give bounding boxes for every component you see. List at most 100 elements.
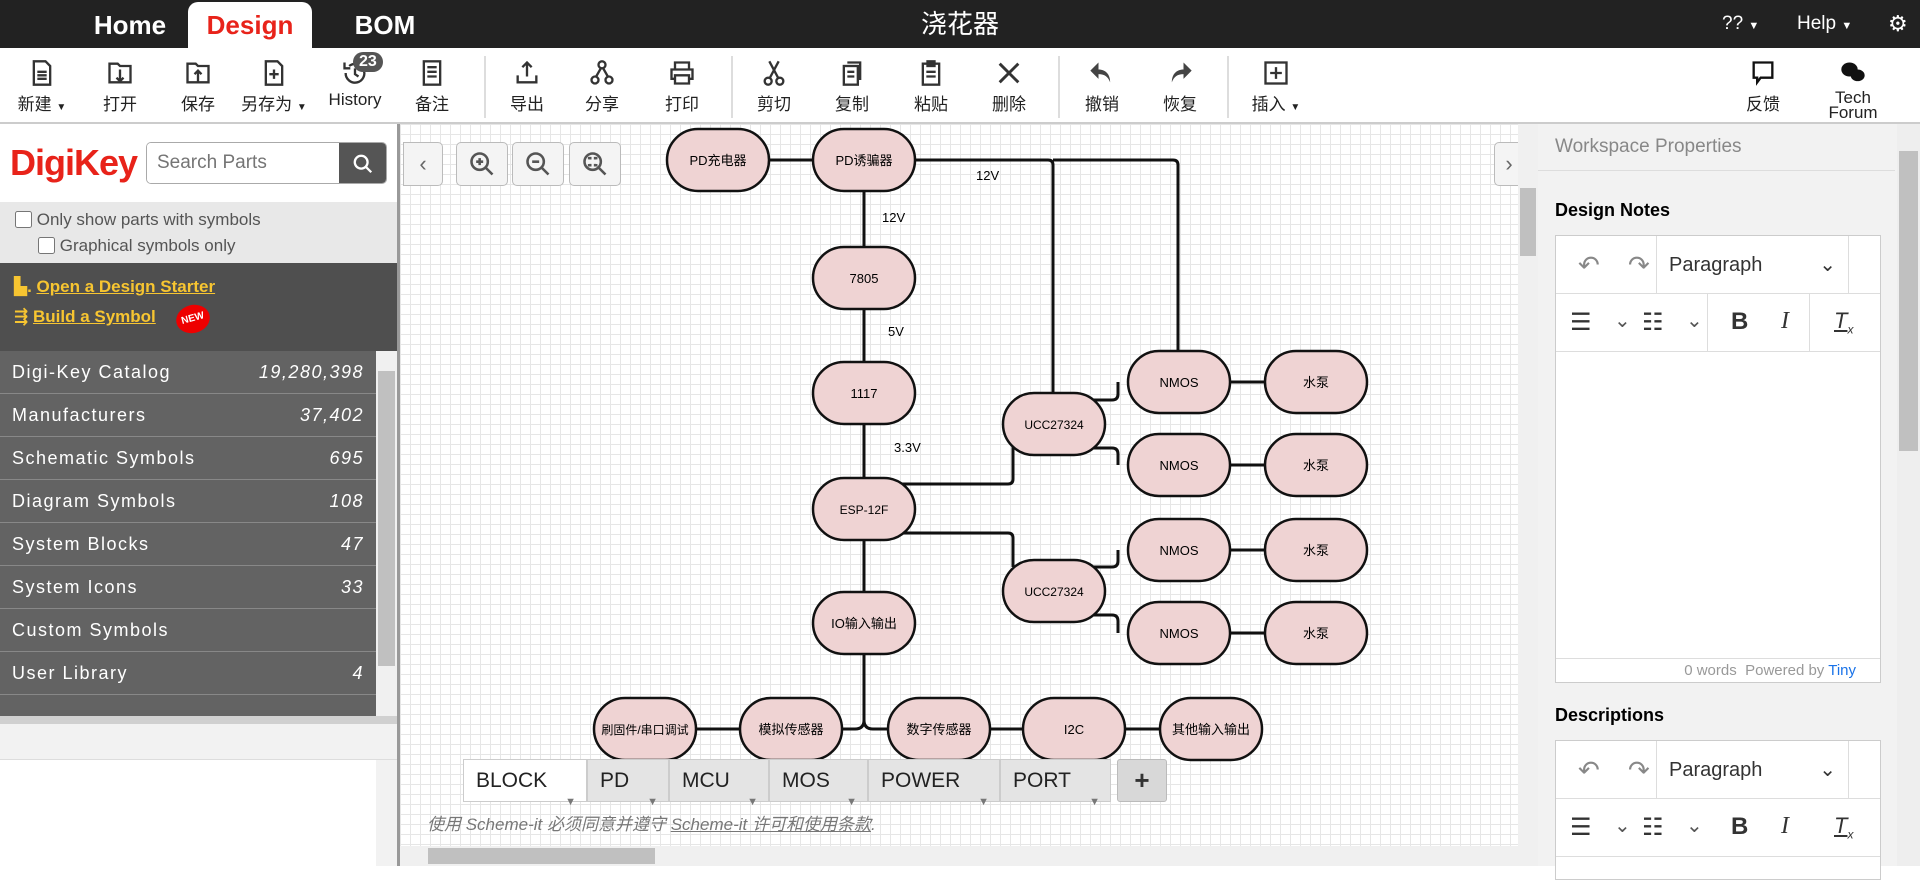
history-button[interactable]: 23 History <box>315 52 395 110</box>
workspace-properties-panel: Workspace Properties Design Notes ↶ ↷ Pa… <box>1538 124 1920 880</box>
tech-forum-button[interactable]: Tech Forum <box>1818 56 1888 122</box>
toolbar: 新建 ▼ 打开 保存 另存为 ▼ 23 History 备注 导出 分享 打印 剪… <box>0 48 1920 124</box>
catalog-item[interactable]: Custom Symbols <box>0 609 376 652</box>
chevron-down-icon[interactable]: ⌄ <box>1686 813 1703 838</box>
block-node-label: 刷固件/串口调试 <box>601 722 688 737</box>
block-node-label: 模拟传感器 <box>758 722 823 737</box>
sheet-tab[interactable]: MCU ▼ <box>669 759 769 808</box>
checkbox[interactable] <box>38 237 55 254</box>
catalog-scrollbar[interactable] <box>376 351 397 716</box>
catalog-item[interactable]: Schematic Symbols 695 <box>0 437 376 480</box>
clear-format-icon[interactable]: Tx <box>1834 308 1853 336</box>
wire[interactable] <box>1094 550 1120 569</box>
panel-splitter[interactable] <box>0 716 397 724</box>
design-notes-textarea[interactable] <box>1556 352 1880 658</box>
zoom-out-button[interactable] <box>512 142 564 186</box>
collapse-left-button[interactable]: ‹ <box>403 142 443 186</box>
export-button[interactable]: 导出 <box>492 56 562 115</box>
clear-format-icon[interactable]: Tx <box>1834 813 1853 841</box>
zoom-in-button[interactable] <box>456 142 508 186</box>
delete-button[interactable]: 删除 <box>974 56 1044 115</box>
wire[interactable] <box>1094 382 1120 402</box>
checkbox[interactable] <box>15 211 32 228</box>
block-node-label: 其他输入输出 <box>1172 722 1250 737</box>
undo-icon[interactable]: ↶ <box>1578 755 1600 786</box>
block-diagram[interactable]: 12V 12V 5V 3.3V PD充电器 PD诱骗器 7805 1117 ESP-12F IO输… <box>400 124 1518 846</box>
sheet-tab[interactable]: PORT ▼ <box>1000 759 1111 808</box>
catalog-item-count: 19,280,398 <box>258 362 364 382</box>
chevron-down-icon[interactable]: ⌄ <box>1686 308 1703 333</box>
language-menu[interactable]: ?? ▼ <box>1722 0 1759 50</box>
notes-button[interactable]: 备注 <box>397 56 467 115</box>
search-button[interactable] <box>339 143 386 183</box>
open-button[interactable]: 打开 <box>85 56 155 115</box>
wire-label: 12V <box>976 168 999 183</box>
panel-scrollbar[interactable] <box>1897 124 1920 866</box>
save-button[interactable]: 保存 <box>163 56 233 115</box>
paragraph-select[interactable]: Paragraph ⌄ <box>1656 741 1849 799</box>
wire[interactable] <box>838 654 866 731</box>
only-symbols-checkbox[interactable]: Only show parts with symbols <box>15 210 261 230</box>
undo-icon[interactable]: ↶ <box>1578 250 1600 281</box>
bold-icon[interactable]: B <box>1731 813 1748 841</box>
bullet-list-icon[interactable]: ☰ <box>1570 308 1592 337</box>
lower-scrollbar[interactable] <box>376 760 397 866</box>
paste-button[interactable]: 粘贴 <box>896 56 966 115</box>
search-input[interactable] <box>147 143 337 183</box>
catalog-item[interactable]: System Icons 33 <box>0 566 376 609</box>
italic-icon[interactable]: I <box>1781 813 1789 840</box>
canvas-horizontal-scrollbar[interactable] <box>400 846 1538 866</box>
wire[interactable] <box>915 158 1055 393</box>
catalog-item[interactable]: Diagram Symbols 108 <box>0 480 376 523</box>
tiny-link[interactable]: Tiny <box>1828 662 1856 679</box>
add-sheet-button[interactable]: + <box>1117 759 1167 802</box>
block-node-label: NMOS <box>1160 543 1199 558</box>
copy-button[interactable]: 复制 <box>817 56 887 115</box>
chevron-down-icon[interactable]: ⌄ <box>1614 308 1631 333</box>
wire[interactable] <box>1053 158 1180 351</box>
redo-label: 恢复 <box>1163 95 1197 114</box>
caret-down-icon[interactable]: ▼ <box>978 782 989 823</box>
wire[interactable] <box>1094 613 1120 633</box>
build-symbol-link[interactable]: ⇶ Build a Symbol <box>14 307 156 327</box>
design-starter-link[interactable]: ▙. Open a Design Starter <box>14 277 215 297</box>
canvas-vertical-scrollbar[interactable] <box>1518 124 1538 846</box>
redo-icon[interactable]: ↷ <box>1628 755 1650 786</box>
cut-button[interactable]: 剪切 <box>739 56 809 115</box>
italic-icon[interactable]: I <box>1781 308 1789 335</box>
redo-button[interactable]: 恢复 <box>1145 56 1215 115</box>
bold-icon[interactable]: B <box>1731 308 1748 336</box>
tech-forum-label: Tech Forum <box>1828 88 1878 122</box>
bullet-list-icon[interactable]: ☰ <box>1570 813 1592 842</box>
feedback-button[interactable]: 反馈 <box>1728 56 1798 115</box>
insert-button[interactable]: 插入 ▼ <box>1241 56 1311 115</box>
save-as-button[interactable]: 另存为 ▼ <box>234 56 314 115</box>
sheet-tab[interactable]: PD ▼ <box>587 759 669 808</box>
zoom-fit-button[interactable] <box>569 142 621 186</box>
numbered-list-icon[interactable]: ☷ <box>1642 813 1664 842</box>
catalog-item[interactable]: Digi-Key Catalog 19,280,398 <box>0 351 376 394</box>
numbered-list-icon[interactable]: ☷ <box>1642 308 1664 337</box>
graphical-only-checkbox[interactable]: Graphical symbols only <box>38 236 235 256</box>
paragraph-select[interactable]: Paragraph ⌄ <box>1656 236 1849 294</box>
wire[interactable] <box>1094 446 1120 465</box>
catalog-item[interactable]: User Library 4 <box>0 652 376 695</box>
block-node-label: 1117 <box>851 386 878 401</box>
caret-down-icon[interactable]: ▼ <box>1089 782 1100 823</box>
new-button[interactable]: 新建 ▼ <box>7 56 77 115</box>
undo-button[interactable]: 撤销 <box>1067 56 1137 115</box>
wire[interactable] <box>862 719 890 731</box>
redo-icon[interactable]: ↷ <box>1628 250 1650 281</box>
catalog-item[interactable]: Manufacturers 37,402 <box>0 394 376 437</box>
sheet-tab[interactable]: BLOCK ▼ <box>463 759 587 808</box>
chevron-down-icon[interactable]: ⌄ <box>1614 813 1631 838</box>
print-button[interactable]: 打印 <box>647 56 717 115</box>
sheet-tab[interactable]: MOS ▼ <box>769 759 868 808</box>
wire[interactable] <box>900 531 1015 567</box>
sheet-tab[interactable]: POWER ▼ <box>868 759 1000 808</box>
catalog-item[interactable]: System Blocks 47 <box>0 523 376 566</box>
help-menu[interactable]: Help ▼ <box>1797 0 1852 50</box>
share-button[interactable]: 分享 <box>567 56 637 115</box>
gear-icon[interactable]: ⚙ <box>1888 0 1908 48</box>
license-link[interactable]: Scheme-it 许可和使用条款 <box>671 815 871 834</box>
